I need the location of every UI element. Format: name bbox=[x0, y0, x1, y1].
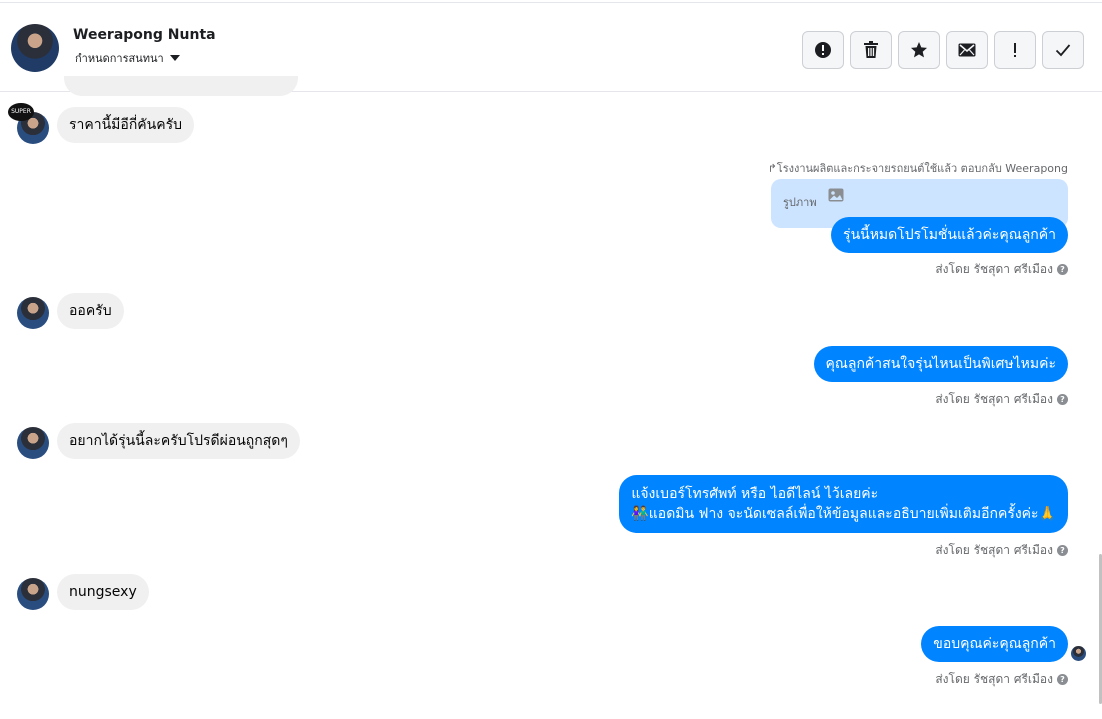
star-button[interactable] bbox=[898, 31, 940, 69]
sent-by-label: ส่งโดย รัชสุดา ศรีเมือง ? bbox=[935, 260, 1068, 279]
sent-by-text: ส่งโดย รัชสุดา ศรีเมือง bbox=[935, 672, 1053, 686]
help-icon[interactable]: ? bbox=[1057, 674, 1068, 685]
important-button[interactable] bbox=[994, 31, 1036, 69]
incoming-message[interactable]: ราคานี้มีอีกี่คันครับ bbox=[57, 107, 194, 143]
incoming-message[interactable]: ออครับ bbox=[57, 293, 124, 329]
contact-name[interactable]: Weerapong Nunta bbox=[73, 27, 216, 43]
quoted-photo-label: รูปภาพ bbox=[783, 196, 817, 209]
sent-by-label: ส่งโดย รัชสุดา ศรีเมือง ? bbox=[935, 541, 1068, 560]
sent-by-text: ส่งโดย รัชสุดา ศรีเมือง bbox=[935, 543, 1053, 557]
message-line: แจ้งเบอร์โทรศัพท์ หรือ ไอดีไลน์ ไว้เลยค่… bbox=[631, 486, 879, 502]
assign-conversation-dropdown[interactable]: กำหนดการสนทนา bbox=[75, 49, 180, 67]
page-logo-badge: SUPER bbox=[8, 103, 34, 121]
outgoing-message[interactable]: แจ้งเบอร์โทรศัพท์ หรือ ไอดีไลน์ ไว้เลยค่… bbox=[619, 475, 1068, 533]
trash-icon bbox=[864, 41, 878, 58]
alert-circle-icon bbox=[815, 42, 831, 58]
outgoing-message[interactable]: ขอบคุณค่ะคุณลูกค้า bbox=[921, 626, 1068, 662]
delete-button[interactable] bbox=[850, 31, 892, 69]
report-button[interactable] bbox=[802, 31, 844, 69]
seen-indicator-avatar bbox=[1071, 646, 1086, 661]
contact-avatar[interactable] bbox=[11, 24, 59, 72]
contact-avatar-small[interactable] bbox=[17, 427, 49, 459]
sent-by-label: ส่งโดย รัชสุดา ศรีเมือง ? bbox=[935, 390, 1068, 409]
exclamation-icon bbox=[1014, 43, 1016, 57]
outgoing-message[interactable]: รุ่นนี้หมดโปรโมชั่นแล้วค่ะคุณลูกค้า bbox=[831, 217, 1068, 253]
check-icon bbox=[1055, 44, 1071, 57]
help-icon[interactable]: ? bbox=[1057, 264, 1068, 275]
reply-note: ↱โรงงานผลิตและกระจายรถยนต์ใช้แล้ว ตอบกลั… bbox=[767, 162, 1068, 175]
contact-avatar-small[interactable] bbox=[17, 297, 49, 329]
action-toolbar bbox=[802, 31, 1084, 69]
star-icon bbox=[911, 42, 927, 58]
photo-icon bbox=[828, 188, 844, 202]
caret-down-icon bbox=[169, 55, 180, 61]
mark-unread-button[interactable] bbox=[946, 31, 988, 69]
scrollbar[interactable] bbox=[1098, 92, 1102, 719]
contact-avatar-small[interactable] bbox=[17, 578, 49, 610]
help-icon[interactable]: ? bbox=[1057, 394, 1068, 405]
message-bubble-partial bbox=[64, 76, 298, 96]
sent-by-text: ส่งโดย รัชสุดา ศรีเมือง bbox=[935, 392, 1053, 406]
mark-done-button[interactable] bbox=[1042, 31, 1084, 69]
message-line: 👫แอดมิน ฟาง จะนัดเซลล์เพื่อให้ข้อมูลและอ… bbox=[631, 506, 1056, 522]
assign-label: กำหนดการสนทนา bbox=[75, 52, 164, 65]
sent-by-text: ส่งโดย รัชสุดา ศรีเมือง bbox=[935, 262, 1053, 276]
outgoing-message[interactable]: คุณลูกค้าสนใจรุ่นไหนเป็นพิเศษไหมค่ะ bbox=[813, 346, 1068, 382]
incoming-message[interactable]: nungsexy bbox=[57, 574, 149, 610]
help-icon[interactable]: ? bbox=[1057, 545, 1068, 556]
envelope-icon bbox=[958, 43, 976, 57]
sent-by-label: ส่งโดย รัชสุดา ศรีเมือง ? bbox=[935, 670, 1068, 689]
incoming-message[interactable]: อยากได้รุ่นนี้ละครับโปรดีผ่อนถูกสุดๆ bbox=[57, 423, 300, 459]
